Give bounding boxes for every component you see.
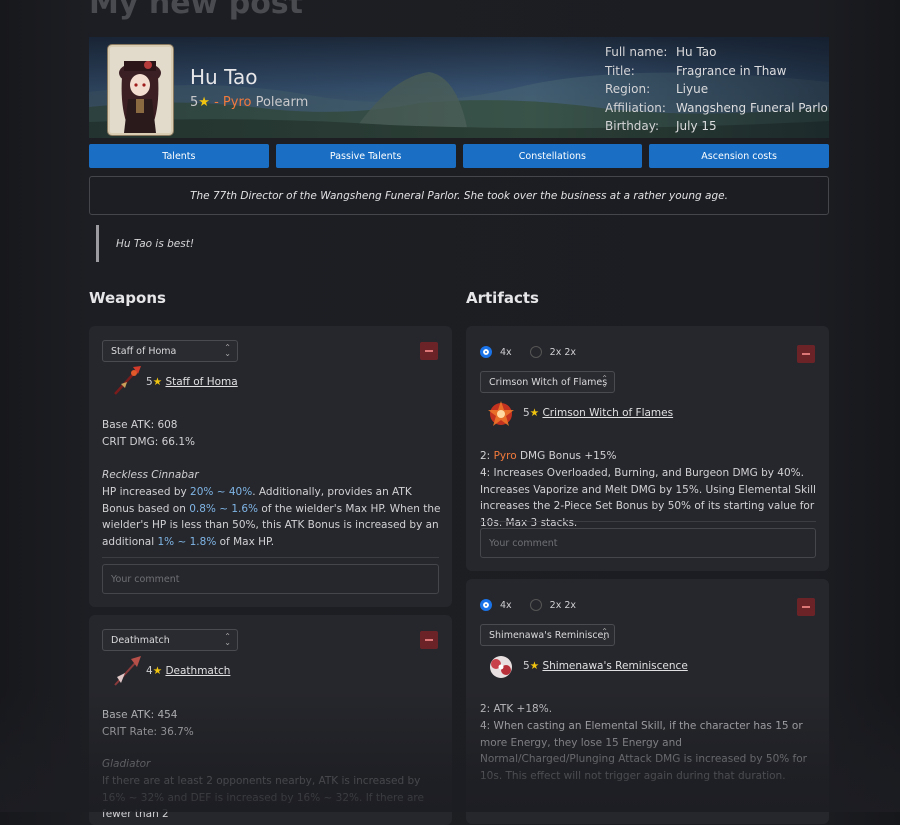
weapons-heading: Weapons [89,289,166,307]
star-icon: ★ [152,665,163,677]
weapon-select[interactable]: Staff of Homa ⌃ ⌄ [102,340,238,362]
character-description: The 77th Director of the Wangsheng Funer… [89,176,829,215]
info-row: Region: Liyue [605,82,709,97]
weapon-card: Deathmatch ⌃ ⌄ 4★ Deathmatch Base ATK: 45… [89,615,452,825]
element-label: Pyro [222,95,252,110]
page-title: My new post [89,0,303,21]
info-row: Birthday: July 15 [605,119,717,134]
chevron-updown-icon: ⌃ ⌄ [224,632,231,647]
remove-weapon-button[interactable] [420,631,438,649]
character-info: Full name: Hu Tao Title: Fragrance in Thaw… [605,43,829,136]
passive-name: Reckless Cinnabar [102,469,199,481]
crimson-witch-icon [488,401,514,426]
artifact-bonuses: 2: Pyro DMG Bonus +15% 4: Increases Over… [480,450,816,530]
artifact-select[interactable]: Shimenawa's Reminiscen ⌃ ⌄ [480,624,615,646]
divider [102,557,439,558]
tab-constellations[interactable]: Constellations [462,144,643,168]
tab-passive-talents[interactable]: Passive Talents [275,144,456,168]
weapon-title: 4★ Deathmatch [146,665,231,677]
remove-artifact-button[interactable] [797,345,815,363]
radio-4x[interactable] [480,599,492,611]
weapon-card: Staff of Homa ⌃ ⌄ 5★ Staff of Homa Base A… [89,326,452,607]
artifact-title: 5★ Shimenawa's Reminiscence [523,660,688,672]
star-icon: ★ [152,376,163,388]
staff-of-homa-icon [114,366,141,395]
comment-input[interactable]: Your comment [102,564,439,594]
weapon-stats: Base ATK: 454 CRIT Rate: 36.7% [102,709,194,738]
artifact-card: 4x 2x 2x Shimenawa's Reminiscen ⌃ ⌄ 5★ Sh… [466,579,829,824]
artifacts-heading: Artifacts [466,289,539,307]
minus-icon [802,353,810,355]
artifact-bonuses: 2: ATK +18%. 4: When casting an Elementa… [480,703,807,783]
chevron-updown-icon: ⌃ ⌄ [601,627,608,642]
artifact-link[interactable]: Crimson Witch of Flames [542,407,673,419]
set-type-radios: 4x 2x 2x [480,346,576,358]
weapon-link[interactable]: Staff of Homa [165,376,237,388]
radio-4x[interactable] [480,346,492,358]
comment-input[interactable]: Your comment [480,528,816,558]
star-icon: ★ [198,95,210,110]
weapon-link[interactable]: Deathmatch [165,665,230,677]
divider [480,521,816,522]
shimenawa-icon [490,656,512,678]
star-icon: ★ [529,660,540,672]
tab-talents[interactable]: Talents [89,144,269,168]
chevron-updown-icon: ⌃ ⌄ [601,374,608,389]
minus-icon [425,639,433,641]
passive-name: Gladiator [102,758,151,770]
info-row: Title: Fragrance in Thaw [605,63,787,78]
radio-2x2x[interactable] [529,599,542,611]
radio-2x2x[interactable] [529,346,542,358]
deathmatch-icon [114,656,141,686]
star-icon: ★ [529,407,540,419]
remove-weapon-button[interactable] [420,342,438,360]
post-quote: Hu Tao is best! [96,225,194,262]
info-row: Full name: Hu Tao [605,45,717,59]
set-type-radios: 4x 2x 2x [480,599,576,611]
remove-artifact-button[interactable] [797,598,815,616]
info-row: Affiliation: Wangsheng Funeral Parlor [605,100,829,115]
tab-ascension-costs[interactable]: Ascension costs [649,144,829,168]
character-banner: Hu Tao 5★ - Pyro Polearm Full name: Hu Ta… [89,37,829,138]
minus-icon [425,350,433,352]
passive-text: HP increased by 20% ~ 40%. Additionally,… [102,485,441,549]
passive-text: If there are at least 2 opponents nearby… [102,774,424,821]
weapon-stats: Base ATK: 608 CRIT DMG: 66.1% [102,419,195,448]
character-portrait [108,45,173,135]
weapon-passive: Gladiator If there are at least 2 oppone… [102,756,444,823]
weapon-title: 5★ Staff of Homa [146,376,238,388]
artifact-title: 5★ Crimson Witch of Flames [523,407,674,419]
artifact-card: 4x 2x 2x Crimson Witch of Flames ⌃ ⌄ 5★ C… [466,326,829,571]
artifact-link[interactable]: Shimenawa's Reminiscence [542,660,687,672]
artifact-select[interactable]: Crimson Witch of Flames ⌃ ⌄ [480,371,615,393]
weapon-type-label: Polearm [255,95,309,110]
tab-bar: Talents Passive Talents Constellations A… [89,144,829,168]
character-subtitle: 5★ - Pyro Polearm [190,95,309,110]
weapon-passive: Reckless Cinnabar HP increased by 20% ~ … [102,467,444,551]
character-name: Hu Tao [190,65,258,89]
weapon-select[interactable]: Deathmatch ⌃ ⌄ [102,629,238,651]
minus-icon [802,606,810,608]
chevron-updown-icon: ⌃ ⌄ [224,343,231,358]
